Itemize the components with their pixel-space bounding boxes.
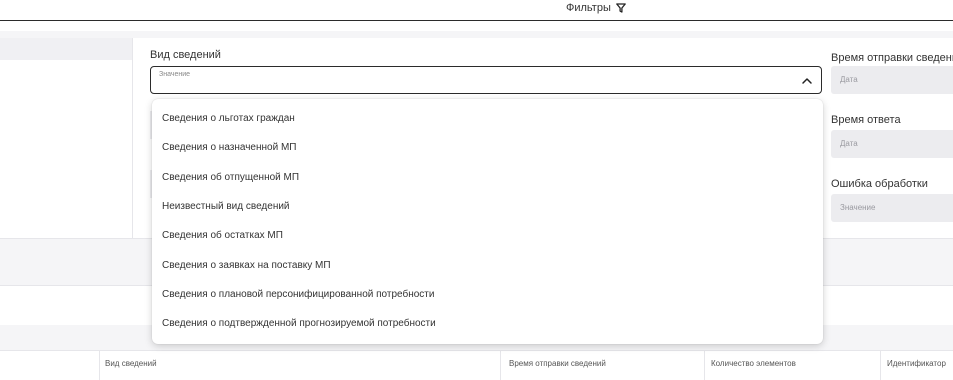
dropdown-option[interactable]: Неизвестный вид сведений	[162, 196, 290, 218]
dropdown-option[interactable]: Сведения о льготах граждан	[162, 108, 295, 130]
column-separator	[880, 350, 881, 380]
kind-dropdown-list: Сведения о льготах граждан Сведения о на…	[152, 99, 823, 344]
column-header-send-time[interactable]: Время отправки сведений	[509, 359, 606, 368]
panel-divider	[132, 38, 133, 238]
filter-panel-top-band	[0, 31, 953, 38]
response-time-placeholder: Дата	[840, 139, 858, 148]
dropdown-option[interactable]: Сведения об остатках МП	[162, 225, 283, 247]
dropdown-option[interactable]: Сведения о плановой персонифицированной …	[162, 284, 434, 306]
column-header-kind[interactable]: Вид сведений	[105, 359, 157, 368]
filters-button[interactable]: Фильтры	[566, 0, 626, 16]
kind-select[interactable]: Значение	[150, 66, 822, 94]
table-header-divider	[0, 350, 953, 351]
column-header-identifier[interactable]: Идентификатор	[887, 359, 953, 368]
dropdown-option[interactable]: Сведения о назначенной МП	[162, 137, 296, 159]
dropdown-option[interactable]: Сведения об отпущенной МП	[162, 167, 299, 189]
response-time-label: Время ответа	[831, 114, 901, 126]
column-separator	[500, 350, 501, 380]
kind-select-placeholder: Значение	[159, 71, 191, 78]
error-field[interactable]: Значение	[831, 194, 953, 222]
error-placeholder: Значение	[840, 203, 876, 212]
send-time-placeholder: Дата	[840, 75, 858, 84]
chevron-up-icon[interactable]	[801, 75, 813, 87]
top-bar: Фильтры	[0, 0, 953, 21]
error-label: Ошибка обработки	[831, 178, 928, 190]
dropdown-option[interactable]: Сведения о подтвержденной прогнозируемой…	[162, 313, 436, 335]
dropdown-option[interactable]: Сведения о заявках на поставку МП	[162, 255, 331, 277]
left-panel-header	[0, 38, 132, 60]
send-time-label: Время отправки сведений	[831, 52, 953, 64]
filters-label: Фильтры	[566, 2, 611, 14]
column-separator	[704, 350, 705, 380]
response-time-field[interactable]: Дата	[831, 130, 953, 158]
kind-label: Вид сведений	[150, 49, 221, 61]
filter-icon	[616, 3, 626, 13]
column-header-count[interactable]: Количество элементов	[711, 359, 796, 368]
column-separator	[99, 350, 100, 380]
send-time-field[interactable]: Дата	[831, 66, 953, 94]
